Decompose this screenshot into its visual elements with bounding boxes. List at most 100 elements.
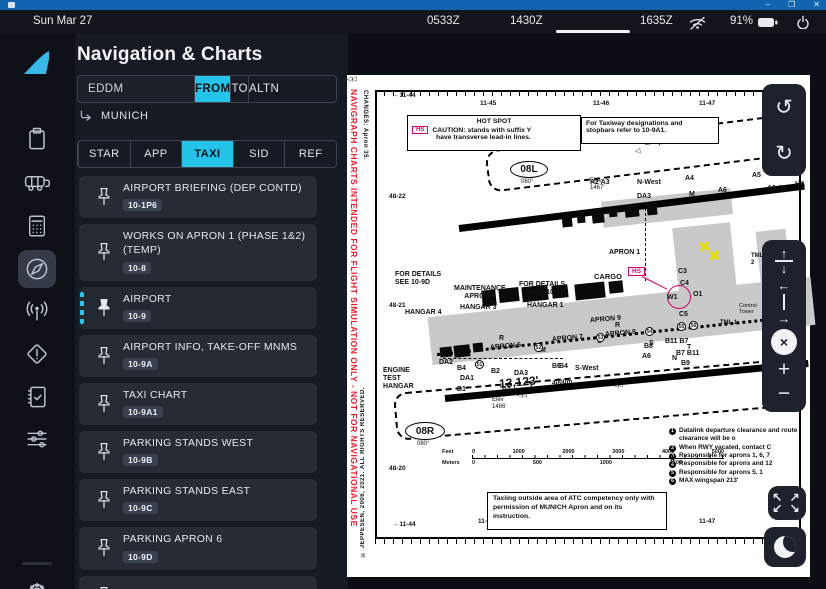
chart-title: PARKING APRON 6: [123, 532, 309, 546]
sidebar-item-filters[interactable]: [18, 420, 56, 458]
status-bar: Sun Mar 27 0533Z 1430Z 1635Z 91%: [0, 10, 826, 34]
chart-label: TML 1: [720, 320, 737, 327]
fit-width-button[interactable]: ←→: [762, 278, 806, 326]
fullscreen-panel: ↖ ↗ ↙ ↘: [768, 486, 806, 520]
status-departure-time: 1430Z: [510, 15, 543, 27]
sidebar-item-checklist[interactable]: [18, 378, 56, 416]
maximize-button[interactable]: ❐: [788, 0, 795, 10]
pin-icon[interactable]: [87, 585, 121, 589]
chart-title: AIRPORT: [123, 292, 309, 306]
scale-bars: Feet 010002000300040005000 Meters 050010…: [442, 449, 732, 466]
chart-title: AIRPORT BRIEFING (DEP CONTD): [123, 181, 309, 195]
runway-id-08l: 08L: [510, 161, 548, 178]
chart-page[interactable]: NAVIGRAPH CHARTS INTENDED FOR FLIGHT SIM…: [347, 75, 810, 577]
pin-icon[interactable]: [87, 345, 121, 367]
rotate-ccw-button[interactable]: ↺: [762, 97, 806, 118]
chart-title: PARKING STANDS EAST: [123, 484, 309, 498]
zoom-in-button[interactable]: +: [762, 359, 806, 380]
chart-category-tab[interactable]: SID: [233, 141, 285, 167]
close-chart-button[interactable]: ×: [771, 329, 797, 355]
pin-icon[interactable]: [87, 186, 121, 208]
sidebar-item-clipboard[interactable]: [18, 120, 56, 158]
chart-label: A5: [752, 172, 761, 180]
rotate-cw-button[interactable]: ↻: [762, 143, 806, 164]
arrow-branch-icon: [79, 110, 92, 122]
night-mode-icon[interactable]: [774, 536, 796, 558]
grid-coordinate: 48-21: [389, 302, 406, 309]
rotate-panel: ↺ ↻: [762, 84, 806, 176]
pin-icon[interactable]: [87, 297, 121, 319]
chart-code-badge: 10-9D: [123, 551, 158, 563]
chart-label: DA2: [439, 359, 453, 367]
status-utc-time: 0533Z: [427, 15, 460, 27]
chart-list-item[interactable]: PARKING STAND COORDS: [79, 576, 317, 589]
runway-heading-08l: 080°: [521, 179, 533, 186]
sidebar-item-shuttle[interactable]: [18, 163, 56, 201]
chart-category-tab[interactable]: REF: [284, 141, 336, 167]
stand-number: 54: [645, 327, 654, 336]
zoom-out-button[interactable]: −: [762, 383, 806, 404]
chart-label: A6: [642, 353, 651, 361]
runway-id-08r: 08R: [405, 422, 445, 440]
power-icon[interactable]: [796, 15, 810, 29]
chart-category-tab[interactable]: APP: [130, 141, 182, 167]
runway-heading-08r: 080°: [417, 441, 429, 448]
grid-coordinate: 11-46: [593, 100, 609, 107]
fullscreen-button[interactable]: ↖ ↗ ↙ ↘: [772, 492, 801, 515]
grid-coordinate: 11-47: [699, 100, 715, 107]
chart-list-item[interactable]: AIRPORT BRIEFING (DEP CONTD) 10-1P6: [79, 176, 317, 218]
app-icon: [8, 2, 15, 8]
taxilane-dashline: [443, 358, 563, 359]
battery-percent: 91%: [730, 15, 753, 27]
chart-label: Elev 1486': [492, 397, 507, 411]
chart-list-item[interactable]: AIRPORT 10-9: [79, 287, 317, 329]
building-block: [591, 208, 604, 223]
chart-viewer[interactable]: NAVIGRAPH CHARTS INTENDED FOR FLIGHT SIM…: [348, 34, 826, 589]
chart-label: HANGAR 3: [460, 304, 497, 312]
chart-label: B3: [502, 387, 511, 395]
chart-category-tab[interactable]: TAXI: [181, 141, 233, 167]
close-button[interactable]: ✕: [813, 0, 820, 10]
settings-gear-icon[interactable]: [18, 573, 56, 589]
leg-segment-button[interactable]: FROM: [194, 76, 230, 102]
simulation-disclaimer: NAVIGRAPH CHARTS INTENDED FOR FLIGHT SIM…: [349, 89, 359, 527]
chart-list: AIRPORT BRIEFING (DEP CONTD) 10-1P6 WORK…: [79, 176, 317, 589]
sidebar-item-hazard[interactable]: [18, 335, 56, 373]
pin-icon[interactable]: [87, 241, 121, 263]
leg-segment-button[interactable]: ALTN: [248, 76, 279, 102]
chart-list-item[interactable]: TAXI CHART 10-9A1: [79, 383, 317, 425]
pin-icon[interactable]: [87, 489, 121, 511]
chart-category-tab[interactable]: STAR: [78, 141, 130, 167]
chart-list-item[interactable]: PARKING STANDS WEST 10-9B: [79, 431, 317, 473]
leg-segment-button[interactable]: TO: [230, 76, 248, 102]
chart-list-item[interactable]: WORKS ON APRON 1 (PHASE 1&2) (TEMP) 10-8: [79, 224, 317, 280]
flight-progress-line: [556, 30, 630, 33]
chart-list-item[interactable]: AIRPORT INFO, TAKE-OFF MNMS 10-9A: [79, 335, 317, 377]
chart-title: TAXI CHART: [123, 388, 309, 402]
chart-label: B11 B7: [665, 338, 688, 346]
threshold-chevrons: ◁◁: [517, 391, 526, 400]
chart-list-item[interactable]: PARKING STANDS EAST 10-9C: [79, 479, 317, 521]
copyright-note: © JEPPESEN, 2006, 2021. ALL RIGHTS RESER…: [360, 387, 366, 557]
chart-ruler-bottom: [375, 537, 799, 544]
threshold-chevrons: ◁: [635, 147, 640, 155]
pin-icon[interactable]: [87, 537, 121, 559]
sidebar-item-charts-compass[interactable]: [18, 250, 56, 288]
chart-label: T: [529, 382, 533, 390]
pin-icon[interactable]: [87, 393, 121, 415]
sidebar-item-calculator[interactable]: [18, 207, 56, 245]
chart-label: APRON 1: [609, 249, 640, 257]
chart-list-item[interactable]: PARKING APRON 6 10-9D: [79, 527, 317, 569]
chart-label: C5: [679, 311, 688, 319]
fit-height-button[interactable]: ↑↓: [762, 248, 806, 275]
window-titlebar[interactable]: – ❐ ✕: [0, 0, 826, 10]
sidebar-item-radio-tower[interactable]: [18, 292, 56, 330]
building-block: [440, 346, 453, 357]
building-block: [473, 343, 484, 353]
minimize-button[interactable]: –: [766, 0, 770, 10]
pin-icon[interactable]: [87, 441, 121, 463]
view-tools-panel: ↑↓ ←→ × + −: [762, 240, 806, 412]
airport-name: MUNICH: [101, 110, 149, 122]
airport-ident-input[interactable]: EDDM: [78, 76, 194, 102]
grid-coordinate: 11-44: [393, 92, 416, 99]
